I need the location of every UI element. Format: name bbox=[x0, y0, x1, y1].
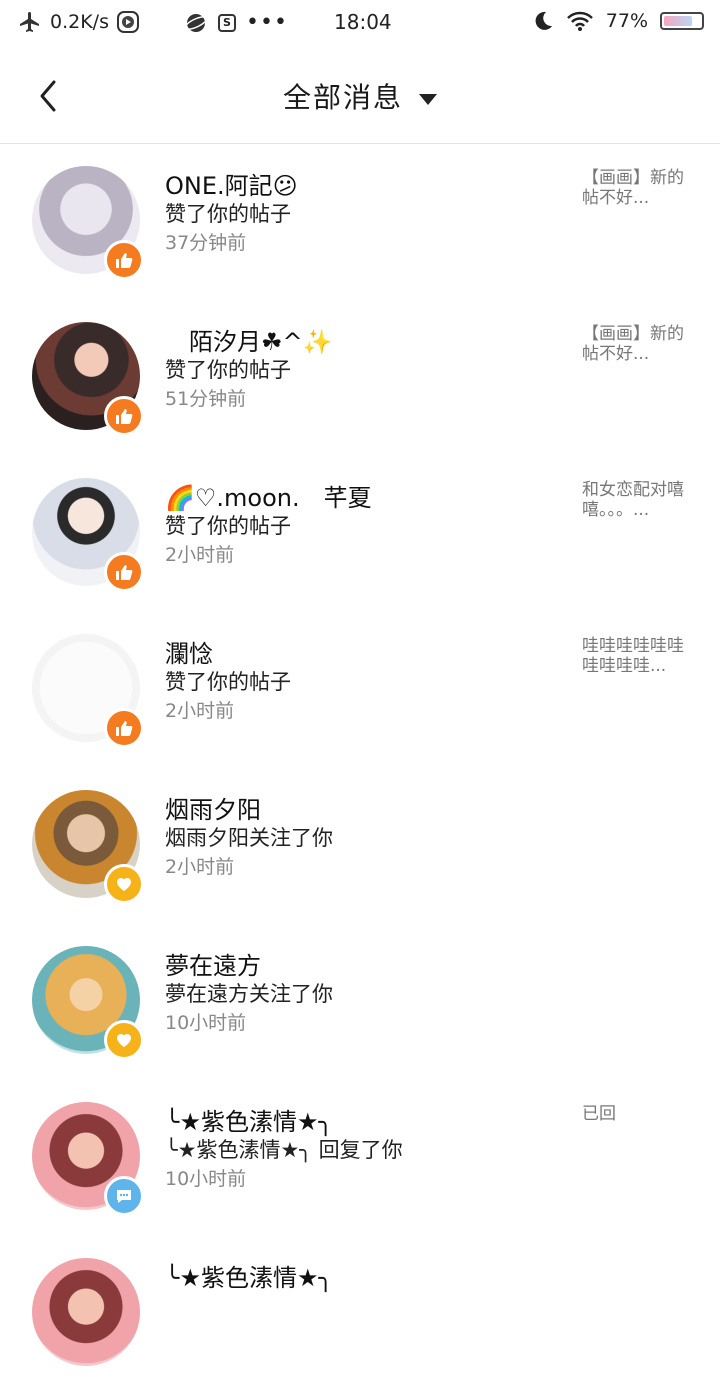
message-action: 赞了你的帖子 bbox=[165, 670, 291, 694]
like-badge bbox=[104, 552, 144, 592]
post-preview[interactable]: 哇哇哇哇哇哇哇哇哇哇... bbox=[582, 636, 692, 676]
message-item[interactable]: ╰★紫色溸情★╮ ╰★紫色溸情★╮ 回复了你 10小时前 已回 bbox=[0, 1080, 720, 1236]
message-action: 赞了你的帖子 bbox=[165, 514, 291, 538]
message-list: ONE.阿記😕 赞了你的帖子 37分钟前 【画画】新的帖不好... 陌汐月☘^✨… bbox=[0, 144, 720, 1392]
avatar[interactable] bbox=[32, 1258, 140, 1366]
post-preview[interactable]: 和女恋配对嘻嘻。。。... bbox=[582, 480, 692, 520]
status-right: 77% bbox=[532, 10, 704, 32]
message-action: 烟雨夕阳关注了你 bbox=[165, 826, 333, 850]
message-time: 37分钟前 bbox=[165, 232, 247, 254]
message-item[interactable]: 🌈♡.moon. 芊夏 赞了你的帖子 2小时前 和女恋配对嘻嘻。。。... bbox=[0, 456, 720, 612]
post-preview[interactable]: 已回 bbox=[582, 1104, 692, 1124]
message-action: ╰★紫色溸情★╮ 回复了你 bbox=[165, 1138, 403, 1162]
message-time: 2小时前 bbox=[165, 544, 235, 566]
heart-badge bbox=[104, 1020, 144, 1060]
message-item[interactable]: 瀾惗 赞了你的帖子 2小时前 哇哇哇哇哇哇哇哇哇哇... bbox=[0, 612, 720, 768]
heart-icon bbox=[117, 1034, 131, 1047]
clock: 18:04 bbox=[334, 10, 392, 34]
message-time: 10小时前 bbox=[165, 1168, 247, 1190]
dropdown-caret-icon bbox=[419, 93, 437, 105]
sender-name[interactable]: 陌汐月☘^✨ bbox=[165, 322, 333, 357]
page-title: 全部消息 bbox=[282, 81, 403, 114]
message-item[interactable]: 陌汐月☘^✨ 赞了你的帖子 51分钟前 【画画】新的帖不好... bbox=[0, 300, 720, 456]
planet-icon bbox=[184, 13, 208, 32]
like-badge bbox=[104, 240, 144, 280]
sender-name[interactable]: 夢在遠方 bbox=[165, 946, 261, 981]
thumbs-up-icon bbox=[116, 565, 133, 580]
battery-percent: 77% bbox=[605, 10, 648, 32]
message-item[interactable]: 夢在遠方 夢在遠方关注了你 10小时前 bbox=[0, 924, 720, 1080]
sender-name[interactable]: 瀾惗 bbox=[165, 634, 213, 669]
s-box-icon: S bbox=[218, 13, 236, 32]
post-preview[interactable]: 【画画】新的帖不好... bbox=[582, 324, 692, 364]
message-item[interactable]: 烟雨夕阳 烟雨夕阳关注了你 2小时前 bbox=[0, 768, 720, 924]
message-time: 2小时前 bbox=[165, 856, 235, 878]
battery-fill bbox=[664, 16, 692, 26]
thumbs-up-icon bbox=[116, 721, 133, 736]
like-badge bbox=[104, 708, 144, 748]
message-filter-dropdown[interactable]: 全部消息 bbox=[0, 76, 720, 116]
battery-icon bbox=[660, 12, 704, 30]
message-time: 10小时前 bbox=[165, 1012, 247, 1034]
thumbs-up-icon bbox=[116, 409, 133, 424]
status-middle: S ••• bbox=[184, 10, 288, 35]
message-item[interactable]: ╰★紫色溸情★╮ bbox=[0, 1236, 720, 1392]
heart-icon bbox=[117, 878, 131, 891]
moon-icon bbox=[535, 11, 552, 30]
status-left: 0.2K/s bbox=[18, 10, 139, 34]
sender-name[interactable]: ╰★紫色溸情★╮ bbox=[165, 1102, 333, 1137]
wifi-icon bbox=[566, 11, 593, 31]
more-dots-icon: ••• bbox=[246, 10, 288, 35]
thumbs-up-icon bbox=[116, 253, 133, 268]
message-item[interactable]: ONE.阿記😕 赞了你的帖子 37分钟前 【画画】新的帖不好... bbox=[0, 144, 720, 300]
comment-badge bbox=[104, 1176, 144, 1216]
record-icon bbox=[116, 11, 139, 33]
net-speed: 0.2K/s bbox=[50, 11, 109, 33]
message-time: 51分钟前 bbox=[165, 388, 247, 410]
sender-name[interactable]: ╰★紫色溸情★╮ bbox=[165, 1258, 333, 1293]
airplane-icon bbox=[20, 12, 39, 32]
message-action: 赞了你的帖子 bbox=[165, 358, 291, 382]
heart-badge bbox=[104, 864, 144, 904]
message-action: 夢在遠方关注了你 bbox=[165, 982, 333, 1006]
message-action: 赞了你的帖子 bbox=[165, 202, 291, 226]
sender-name[interactable]: ONE.阿記😕 bbox=[165, 166, 298, 201]
sender-name[interactable]: 🌈♡.moon. 芊夏 bbox=[165, 478, 372, 513]
sender-name[interactable]: 烟雨夕阳 bbox=[165, 790, 261, 825]
status-bar: 0.2K/s S ••• 18:04 77% bbox=[0, 0, 720, 48]
like-badge bbox=[104, 396, 144, 436]
comment-bubble-icon bbox=[117, 1190, 131, 1203]
post-preview[interactable]: 【画画】新的帖不好... bbox=[582, 168, 692, 208]
header: 全部消息 bbox=[0, 48, 720, 144]
message-time: 2小时前 bbox=[165, 700, 235, 722]
